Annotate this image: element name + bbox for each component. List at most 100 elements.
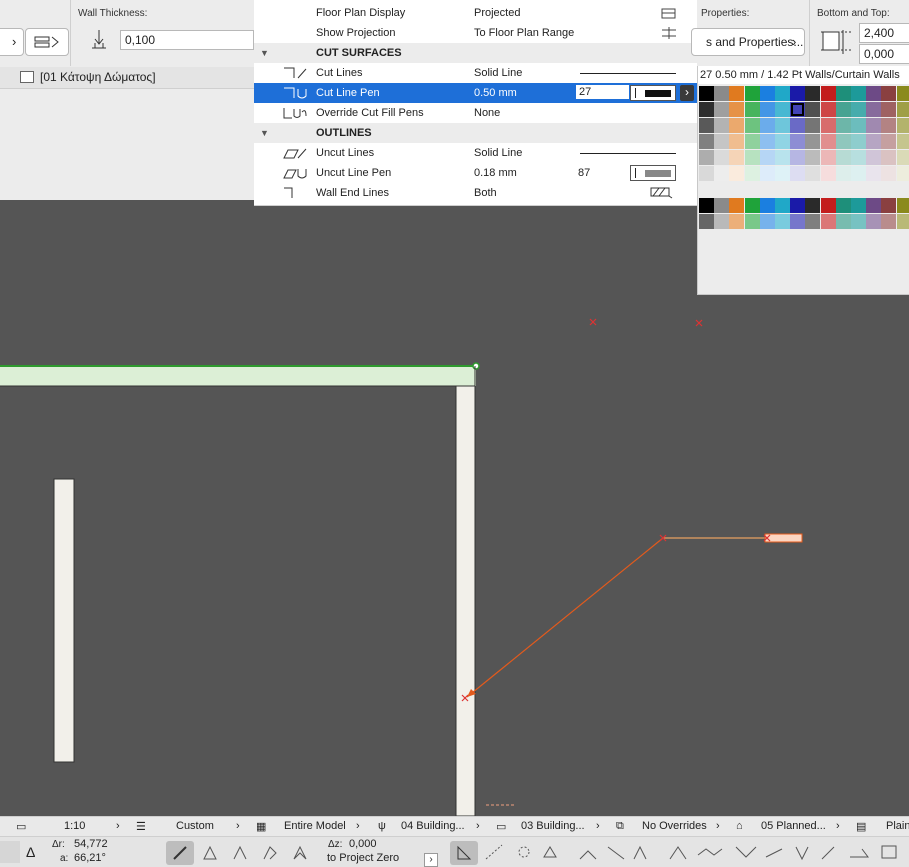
pen-swatch[interactable] — [866, 86, 882, 101]
pen-swatch[interactable] — [714, 134, 730, 149]
pen-swatch[interactable] — [896, 134, 909, 149]
pen-swatch[interactable] — [820, 118, 836, 133]
pen-swatch[interactable] — [851, 102, 866, 117]
pen-swatch[interactable] — [714, 214, 730, 229]
pen-swatch[interactable] — [820, 86, 836, 101]
top-height-input[interactable]: 2,400 — [859, 23, 909, 43]
pen-swatch[interactable] — [805, 214, 821, 229]
pen-swatch[interactable] — [699, 86, 714, 101]
pen-swatch[interactable] — [775, 166, 790, 181]
pen-swatch[interactable] — [835, 198, 851, 213]
pen-swatch[interactable] — [729, 166, 745, 181]
pen-swatch[interactable] — [851, 134, 866, 149]
chevron-right-icon[interactable]: › — [476, 820, 480, 832]
scale-select[interactable]: 1:10 — [64, 820, 85, 832]
pen-swatch[interactable] — [881, 134, 897, 149]
pen-weight-preview[interactable] — [630, 165, 676, 181]
pen-swatch[interactable] — [896, 102, 909, 117]
pen-swatch[interactable] — [729, 198, 745, 213]
pen-swatch[interactable] — [744, 214, 760, 229]
pen-swatch[interactable] — [790, 214, 806, 229]
pen-swatch[interactable] — [729, 102, 745, 117]
pen-swatch[interactable] — [835, 166, 851, 181]
model-view-select[interactable]: Entire Model — [284, 820, 346, 832]
chevron-right-icon[interactable]: › — [424, 853, 438, 867]
pen-swatch[interactable] — [775, 86, 790, 101]
angle-value[interactable]: 66,21° — [74, 852, 106, 864]
pen-swatch[interactable] — [851, 150, 866, 165]
pen-swatch[interactable] — [759, 166, 775, 181]
pen-swatch[interactable] — [851, 118, 866, 133]
pen-number-field[interactable]: 27 — [576, 85, 629, 99]
reference-label[interactable]: to Project Zero — [327, 852, 399, 864]
pen-swatch[interactable] — [805, 198, 821, 213]
pen-swatch[interactable] — [729, 214, 745, 229]
pen-palette-popup[interactable]: 27 0.50 mm / 1.42 Pt Walls/Curtain Walls — [697, 66, 909, 295]
pen-set-select[interactable]: 04 Building... — [401, 820, 465, 832]
pen-swatch[interactable] — [714, 150, 730, 165]
pen-swatch[interactable] — [820, 150, 836, 165]
pen-swatch[interactable] — [699, 102, 714, 117]
pen-swatch[interactable] — [881, 102, 897, 117]
pen-swatch[interactable] — [835, 134, 851, 149]
pen-weight-preview[interactable] — [630, 85, 676, 101]
chevron-right-icon[interactable]: › — [356, 820, 360, 832]
properties-button[interactable]: s and Properties... › — [691, 28, 805, 56]
pen-swatch[interactable] — [805, 150, 821, 165]
pen-swatch[interactable] — [896, 118, 909, 133]
pencil-tool-button[interactable] — [166, 841, 194, 865]
pen-swatch[interactable] — [851, 86, 866, 101]
pen-swatch[interactable] — [820, 198, 836, 213]
pen-swatch[interactable] — [729, 86, 745, 101]
row-override-cut-fill-pens[interactable]: Override Cut Fill Pens None — [254, 103, 698, 123]
pen-swatch[interactable] — [866, 134, 882, 149]
chevron-right-icon[interactable]: › — [596, 820, 600, 832]
dz-value[interactable]: 0,000 — [349, 838, 377, 850]
prev-button[interactable]: › — [0, 28, 24, 56]
pen-swatch[interactable] — [744, 118, 760, 133]
pen-swatch[interactable] — [896, 166, 909, 181]
pen-swatch[interactable] — [699, 118, 714, 133]
pen-swatch[interactable] — [744, 166, 760, 181]
pen-swatch[interactable] — [805, 118, 821, 133]
pen-swatch[interactable] — [759, 118, 775, 133]
pen-swatch[interactable] — [866, 118, 882, 133]
pen-swatch[interactable] — [820, 102, 836, 117]
row-uncut-lines[interactable]: Uncut Lines Solid Line — [254, 143, 698, 163]
pen-swatch[interactable] — [759, 102, 775, 117]
pen-swatch[interactable] — [866, 198, 882, 213]
pen-swatch[interactable] — [790, 134, 806, 149]
chevron-right-icon[interactable]: › — [236, 820, 240, 832]
pen-swatch[interactable] — [699, 198, 714, 213]
pen-swatch[interactable] — [896, 198, 909, 213]
pen-swatch[interactable] — [699, 214, 714, 229]
pen-swatch[interactable] — [866, 150, 882, 165]
pen-swatch[interactable] — [835, 150, 851, 165]
pen-swatch[interactable] — [714, 198, 730, 213]
snap-tools-icons[interactable] — [200, 843, 320, 863]
pen-swatch[interactable] — [881, 86, 897, 101]
pen-swatch[interactable] — [699, 166, 714, 181]
pen-swatch[interactable] — [714, 86, 730, 101]
pen-swatch[interactable] — [744, 150, 760, 165]
pen-swatch[interactable] — [835, 118, 851, 133]
pen-swatch[interactable] — [851, 198, 866, 213]
structure-select[interactable]: Plain — [886, 820, 909, 832]
guide-tool-button[interactable] — [450, 841, 478, 865]
pen-swatch[interactable] — [835, 214, 851, 229]
row-cut-lines[interactable]: Cut Lines Solid Line — [254, 63, 698, 83]
pen-swatch[interactable] — [881, 150, 897, 165]
pen-swatch[interactable] — [896, 86, 909, 101]
pen-swatch[interactable] — [714, 118, 730, 133]
pen-swatch[interactable] — [699, 150, 714, 165]
pen-swatch[interactable] — [805, 134, 821, 149]
row-cut-line-pen[interactable]: Cut Line Pen 0.50 mm 27 › — [254, 83, 698, 103]
pen-swatch[interactable] — [790, 118, 806, 133]
pen-swatch[interactable] — [729, 134, 745, 149]
row-floor-plan-display[interactable]: Floor Plan Display Projected — [254, 3, 698, 23]
row-show-projection[interactable]: Show Projection To Floor Plan Range — [254, 23, 698, 43]
pen-swatch[interactable] — [790, 198, 806, 213]
input-mode-toggle[interactable] — [0, 841, 20, 863]
pen-swatch[interactable] — [866, 214, 882, 229]
pen-swatch[interactable] — [835, 102, 851, 117]
